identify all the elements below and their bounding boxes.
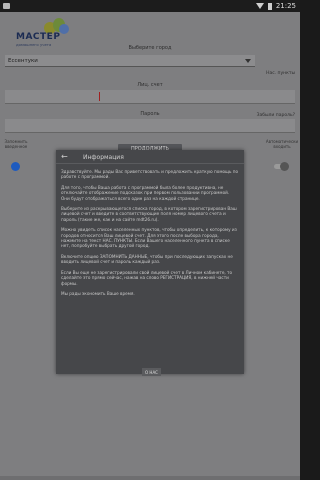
account-label: Лиц. счет [137, 82, 163, 88]
autologin-label: Автоматически входить [265, 139, 299, 149]
dialog-paragraph: Для того, чтобы Ваша работа с программой… [61, 184, 230, 201]
account-input[interactable] [5, 90, 295, 104]
app-screen: МАСТЕР домашнего учета Выберите город Ес… [0, 12, 300, 480]
info-dialog: ← Информация Здравствуйте. Мы рады Вас п… [56, 150, 244, 374]
chevron-down-icon [245, 59, 251, 63]
about-button[interactable]: О НАС [142, 368, 161, 376]
notification-icon [3, 3, 10, 9]
status-time: 21:25 [275, 2, 296, 10]
city-value: Ессентуки [8, 57, 38, 64]
forgot-password-link[interactable]: Забыли пароль? [257, 113, 295, 118]
text-cursor [99, 92, 100, 101]
dialog-paragraph: Здравствуйте. Мы рады Вас приветствовать… [61, 169, 239, 180]
back-arrow-icon[interactable]: ← [61, 152, 68, 161]
logo-word: МАСТЕР [16, 32, 61, 42]
remember-toggle[interactable] [11, 162, 20, 171]
settlements-link[interactable]: Нас. пункты [266, 71, 295, 76]
dialog-paragraph: Включите опцию ЗАПОМНИТЬ ДАННЫЕ, чтобы п… [61, 253, 233, 265]
dialog-paragraph: Можно увидеть список населенных пунктов,… [61, 227, 237, 249]
dialog-header: ← Информация [56, 150, 244, 164]
dialog-paragraph: Мы рады экономить Ваше время. [61, 290, 135, 296]
password-input[interactable] [5, 119, 295, 133]
autologin-toggle[interactable] [280, 162, 289, 171]
bottom-bar [0, 476, 300, 480]
dialog-title: Информация [83, 154, 124, 161]
remember-label: Запомнить введенное [4, 139, 28, 149]
password-label: Пароль [140, 111, 160, 117]
battery-icon [267, 2, 272, 10]
dialog-body: Здравствуйте. Мы рады Вас приветствовать… [61, 169, 239, 301]
dialog-paragraph: Выберите из раскрывающегося списка город… [61, 206, 237, 222]
dialog-paragraph: Если Вы еще не зарегистрировали свой лиц… [61, 269, 233, 286]
city-select[interactable]: Ессентуки [5, 55, 255, 67]
status-bar: 21:25 [0, 0, 300, 12]
city-label: Выберите город [128, 45, 172, 51]
wifi-icon [255, 3, 264, 9]
